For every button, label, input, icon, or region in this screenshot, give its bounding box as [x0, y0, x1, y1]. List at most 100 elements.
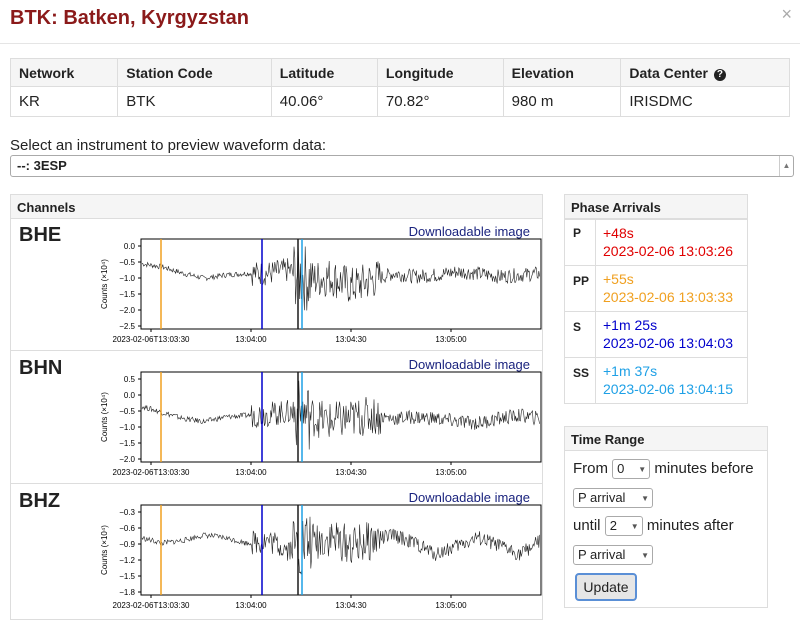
cell-station-code: BTK	[117, 86, 272, 117]
phase-absolute: 2023-02-06 13:03:26	[603, 243, 733, 259]
chevron-updown-icon: ▲	[779, 156, 793, 176]
phase-row-pp: PP +55s 2023-02-06 13:03:33	[565, 265, 747, 311]
table-row: KR BTK 40.06° 70.82° 980 m IRISDMC	[9, 86, 790, 117]
time-range-heading: Time Range	[565, 427, 767, 451]
y-tick-label: −1.0	[119, 423, 135, 432]
before-phase-select[interactable]: P arrival ▼	[573, 488, 653, 508]
x-tick-label: 13:04:30	[335, 468, 367, 477]
y-tick-label: −1.0	[119, 274, 135, 283]
y-tick-label: −1.5	[119, 439, 135, 448]
y-tick-label: 0.0	[124, 391, 136, 400]
y-tick-label: −0.6	[119, 524, 135, 533]
x-tick-label: 2023-02-06T13:03:30	[113, 468, 191, 477]
cell-elevation: 980 m	[502, 86, 622, 117]
x-tick-label: 13:04:00	[235, 468, 267, 477]
plot-frame	[140, 238, 542, 330]
col-elevation: Elevation	[502, 58, 622, 87]
minutes-after-label: minutes after	[646, 516, 734, 534]
col-network: Network	[9, 58, 119, 87]
chevron-down-icon: ▼	[641, 494, 649, 503]
x-tick-label: 13:04:30	[335, 601, 367, 610]
instrument-select-label: Select an instrument to preview waveform…	[10, 137, 326, 154]
minutes-before-select[interactable]: 0 ▼	[612, 459, 651, 479]
phase-absolute: 2023-02-06 13:03:33	[603, 289, 733, 305]
update-button[interactable]: Update	[575, 573, 637, 601]
chevron-down-icon: ▼	[638, 465, 647, 474]
channels-panel: Channels BHE Downloadable image 0.0 −0.5−…	[10, 194, 543, 620]
phase-relative: +1m 25s	[603, 317, 658, 333]
y-axis-label: Counts (×10⁴)	[100, 525, 109, 575]
after-phase-value: P arrival	[578, 547, 626, 562]
channel-bhn: BHN Downloadable image 0.5 0.0 −0.5 −1.0 −1.…	[11, 352, 542, 484]
waveform-plot-bhn: 0.5 0.0 −0.5 −1.0 −1.5 −2.0 Counts (×10⁴) 2023-…	[100, 371, 542, 477]
minutes-before-value: 0	[617, 461, 625, 476]
cell-network: KR	[9, 86, 119, 117]
phase-relative: +48s	[603, 225, 634, 241]
y-tick-label: 0.5	[124, 375, 136, 384]
minutes-after-select[interactable]: 2 ▼	[604, 516, 643, 536]
x-tick-label: 13:04:30	[335, 335, 367, 344]
waveform-plot-bhz: −0.3 −0.6 −0.9 −1.2 −1.5 −1.8 Counts (×10⁴) 202…	[100, 504, 542, 610]
y-tick-label: −2.0	[119, 455, 135, 464]
y-tick-label: −0.5	[119, 407, 135, 416]
before-phase-value: P arrival	[578, 490, 626, 505]
instrument-selected-value: --: 3ESP	[17, 158, 67, 173]
y-tick-label: 0.0	[124, 242, 136, 251]
y-tick-label: −1.8	[119, 588, 135, 597]
y-tick-label: −1.5	[119, 572, 135, 581]
x-tick-label: 2023-02-06T13:03:30	[113, 601, 191, 610]
phase-row-s: S +1m 25s 2023-02-06 13:04:03	[565, 311, 747, 357]
close-button[interactable]: ×	[781, 4, 792, 25]
after-phase-row: P arrival ▼	[573, 545, 653, 565]
from-row: From 0 ▼ minutes before	[573, 459, 754, 479]
x-tick-label: 2023-02-06T13:03:30	[113, 335, 191, 344]
modal-title: BTK: Batken, Kyrgyzstan	[10, 7, 249, 29]
y-tick-label: −2.5	[119, 322, 135, 331]
col-data-center-label: Data Center	[629, 64, 708, 81]
phase-name: SS	[573, 366, 590, 380]
plot-frame	[140, 371, 542, 463]
waveform-plot-bhe: 0.0 −0.5 −1.0 −1.5 −2.0 −2.5 Counts (×10⁴) 2023…	[100, 238, 542, 344]
x-tick-label: 13:05:00	[435, 335, 467, 344]
phase-absolute: 2023-02-06 13:04:15	[603, 381, 733, 397]
col-station-code: Station Code	[117, 58, 272, 87]
col-longitude: Longitude	[376, 58, 504, 87]
y-tick-label: −1.5	[119, 290, 135, 299]
x-tick-label: 13:04:00	[235, 601, 267, 610]
y-tick-label: −1.2	[119, 556, 135, 565]
channel-bhz: BHZ Downloadable image −0.3 −0.6 −0.9 −1.2−…	[11, 485, 542, 617]
time-range-panel: Time Range From 0 ▼ minutes before P arri…	[564, 426, 768, 608]
phase-name: S	[573, 320, 582, 334]
phase-row-p: P +48s 2023-02-06 13:03:26	[565, 219, 747, 265]
until-label: until	[573, 516, 601, 534]
y-tick-label: −0.3	[119, 508, 135, 517]
cell-data-center: IRISDMC	[620, 86, 790, 117]
phase-absolute: 2023-02-06 13:04:03	[603, 335, 733, 351]
after-phase-select[interactable]: P arrival ▼	[573, 545, 653, 565]
phase-relative: +55s	[603, 271, 634, 287]
phase-name: PP	[573, 274, 590, 288]
y-axis-label: Counts (×10⁴)	[100, 392, 109, 442]
y-axis-label: Counts (×10⁴)	[100, 259, 109, 309]
phase-arrivals-panel: Phase Arrivals P +48s 2023-02-06 13:03:2…	[564, 194, 748, 404]
until-row: until 2 ▼ minutes after	[573, 516, 734, 536]
modal-header: BTK: Batken, Kyrgyzstan ×	[0, 0, 800, 44]
y-tick-label: −0.5	[119, 258, 135, 267]
instrument-select[interactable]: --: 3ESP ▲	[10, 155, 794, 177]
station-info-table: Network Station Code Latitude Longitude …	[9, 58, 790, 117]
minutes-before-label: minutes before	[654, 459, 754, 477]
from-label: From	[573, 459, 608, 477]
chevron-down-icon: ▼	[641, 551, 649, 560]
minutes-after-value: 2	[609, 518, 617, 533]
col-latitude: Latitude	[270, 58, 378, 87]
question-circle-icon[interactable]: ?	[713, 68, 726, 81]
phase-relative: +1m 37s	[603, 363, 658, 379]
phase-row-ss: SS +1m 37s 2023-02-06 13:04:15	[565, 357, 747, 403]
x-tick-label: 13:05:00	[435, 468, 467, 477]
x-tick-label: 13:05:00	[435, 601, 467, 610]
cell-latitude: 40.06°	[270, 86, 378, 117]
x-tick-label: 13:04:00	[235, 335, 267, 344]
phase-arrivals-heading: Phase Arrivals	[565, 195, 747, 219]
before-phase-row: P arrival ▼	[573, 488, 653, 508]
y-tick-label: −2.0	[119, 306, 135, 315]
